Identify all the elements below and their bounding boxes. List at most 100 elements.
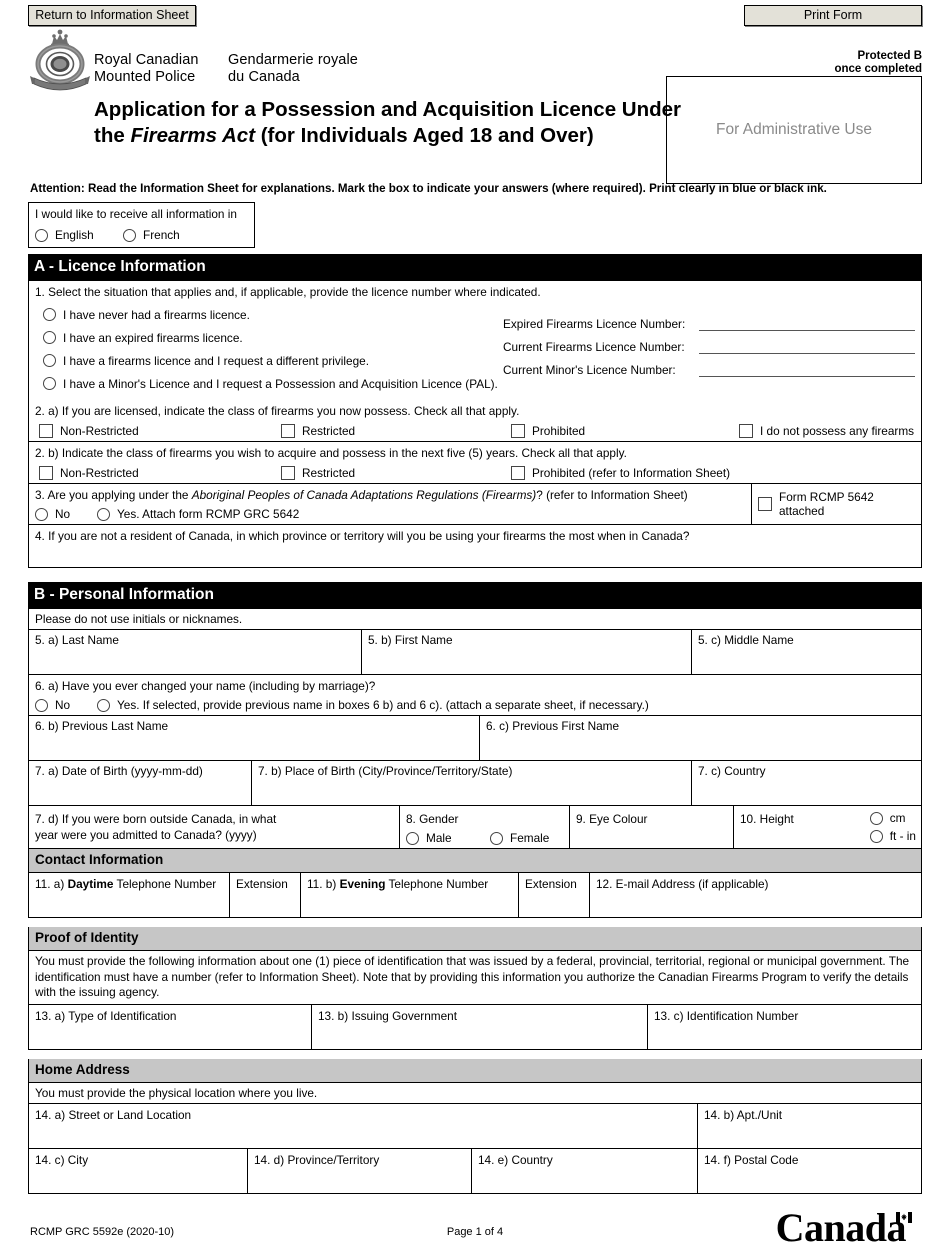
field-previous-first-name[interactable]: 6. c) Previous First Name [479, 716, 921, 760]
field-country[interactable]: 14. e) Country [471, 1148, 697, 1193]
contact-fields-row: 11. a) Daytime Telephone Number Extensio… [29, 873, 921, 917]
radio-q1-never-icon[interactable] [43, 308, 56, 321]
language-preference-box: I would like to receive all information … [28, 202, 255, 248]
field-evening-phone[interactable]: 11. b) Evening Telephone Number [300, 873, 518, 917]
field-province-territory[interactable]: 14. d) Province/Territory [247, 1148, 471, 1193]
org-en-line1: Royal Canadian [94, 52, 199, 68]
height-ft-in-label: ft - in [889, 829, 916, 843]
field-daytime-extension[interactable]: Extension [229, 873, 300, 917]
print-form-button[interactable]: Print Form [744, 5, 922, 26]
q2a-option-non-restricted[interactable]: Non-Restricted [39, 424, 281, 438]
field-daytime-phone[interactable]: 11. a) Daytime Telephone Number [29, 873, 229, 917]
gender-options: Male Female [406, 831, 564, 845]
last-name-label: 5. a) Last Name [35, 633, 119, 647]
field-identification-number[interactable]: 13. c) Identification Number [647, 1004, 921, 1049]
q2b-option-restricted[interactable]: Restricted [281, 466, 511, 480]
return-to-information-sheet-button[interactable]: Return to Information Sheet [28, 5, 196, 26]
radio-q6a-no-icon[interactable] [35, 698, 48, 712]
language-option-french[interactable]: French [123, 228, 180, 242]
q3-option-yes-label: Yes. Attach form RCMP GRC 5642 [117, 507, 300, 521]
question-2a-row: 2. a) If you are licensed, indicate the … [29, 400, 921, 441]
radio-english-icon[interactable] [35, 228, 48, 242]
question-6a-row: 6. a) Have you ever changed your name (i… [29, 674, 921, 715]
checkbox-q2a-none-icon[interactable] [739, 424, 753, 438]
question-2b-row: 2. b) Indicate the class of firearms you… [29, 441, 921, 483]
radio-ft-in-icon[interactable] [869, 829, 883, 843]
initials-note: Please do not use initials or nicknames. [35, 612, 243, 626]
checkbox-form-5642-attached-icon[interactable] [758, 497, 772, 511]
daytime-phone-bold: Daytime [67, 877, 114, 891]
top-button-bar: Return to Information Sheet Print Form [28, 0, 922, 26]
question-4-input[interactable] [35, 544, 916, 562]
q2a-option-restricted[interactable]: Restricted [281, 424, 511, 438]
radio-french-icon[interactable] [123, 228, 136, 242]
radio-cm-icon[interactable] [869, 811, 883, 825]
current-licence-number-input[interactable] [699, 339, 915, 354]
radio-q3-no-icon[interactable] [35, 507, 48, 521]
q6a-option-no[interactable]: No [35, 698, 97, 712]
field-previous-last-name[interactable]: 6. b) Previous Last Name [29, 716, 479, 760]
q3-option-no[interactable]: No [35, 507, 97, 521]
home-address-heading: Home Address [28, 1058, 922, 1083]
field-place-of-birth[interactable]: 7. b) Place of Birth (City/Province/Terr… [251, 761, 691, 805]
checkbox-q2a-prohibited-icon[interactable] [511, 424, 525, 438]
evening-phone-bold: Evening [339, 877, 386, 891]
q3-form-attached-label: Form RCMP 5642 attached [779, 490, 874, 518]
q2b-option-prohibited[interactable]: Prohibited (refer to Information Sheet) [511, 466, 730, 480]
field-issuing-government[interactable]: 13. b) Issuing Government [311, 1004, 647, 1049]
q2a-option-prohibited[interactable]: Prohibited [511, 424, 739, 438]
checkbox-q2b-restricted-icon[interactable] [281, 466, 295, 480]
q2b-option-2-label: Prohibited (refer to Information Sheet) [532, 466, 731, 480]
section-b-name-table: Please do not use initials or nicknames.… [28, 609, 922, 849]
height-unit-cm[interactable]: cm [869, 811, 916, 825]
radio-q3-yes-icon[interactable] [97, 507, 110, 521]
field-city[interactable]: 14. c) City [29, 1149, 247, 1193]
field-street-or-land-location[interactable]: 14. a) Street or Land Location [29, 1104, 697, 1148]
radio-q6a-yes-icon[interactable] [97, 698, 110, 712]
minor-licence-number-input[interactable] [699, 362, 915, 377]
q2a-option-3-label: I do not possess any firearms [760, 424, 915, 438]
checkbox-q2b-non-restricted-icon[interactable] [39, 466, 53, 480]
proof-of-identity-heading: Proof of Identity [28, 927, 922, 951]
checkbox-q2a-restricted-icon[interactable] [281, 424, 295, 438]
q1-choice-2-label: I have a firearms licence and I request … [63, 353, 370, 368]
q3-option-yes[interactable]: Yes. Attach form RCMP GRC 5642 [97, 507, 299, 521]
field-evening-extension[interactable]: Extension [518, 873, 589, 917]
field-email-address[interactable]: 12. E-mail Address (if applicable) [589, 873, 921, 917]
language-option-english[interactable]: English [35, 228, 123, 242]
expired-licence-number-label: Expired Firearms Licence Number: [503, 317, 686, 331]
radio-q1-privilege-icon[interactable] [43, 354, 56, 367]
field-middle-name[interactable]: 5. c) Middle Name [691, 630, 921, 674]
field-first-name[interactable]: 5. b) First Name [361, 630, 691, 674]
q2b-option-non-restricted[interactable]: Non-Restricted [39, 466, 281, 480]
field-postal-code[interactable]: 14. f) Postal Code [697, 1148, 921, 1193]
radio-q1-expired-icon[interactable] [43, 331, 56, 344]
field-eye-colour[interactable]: 9. Eye Colour [569, 806, 733, 848]
q2b-option-1-label: Restricted [302, 466, 356, 480]
q6a-option-yes[interactable]: Yes. If selected, provide previous name … [97, 698, 649, 712]
checkbox-q2b-prohibited-icon[interactable] [511, 466, 525, 480]
field-last-name[interactable]: 5. a) Last Name [29, 630, 361, 674]
question-2a-lead: 2. a) If you are licensed, indicate the … [35, 404, 520, 418]
address-note-row: You must provide the physical location w… [29, 1083, 921, 1103]
province-territory-label: 14. d) Province/Territory [254, 1152, 380, 1167]
q3-form-attached-option[interactable]: Form RCMP 5642 attached [758, 490, 916, 518]
radio-q1-minor-icon[interactable] [43, 377, 56, 390]
year-admitted-label-line2: year were you admitted to Canada? (yyyy) [35, 828, 257, 842]
checkbox-q2a-non-restricted-icon[interactable] [39, 424, 53, 438]
field-year-admitted[interactable]: 7. d) If you were born outside Canada, i… [29, 806, 399, 848]
q2a-option-none[interactable]: I do not possess any firearms [739, 424, 914, 438]
field-apartment-unit[interactable]: 14. b) Apt./Unit [697, 1103, 921, 1148]
language-prompt: I would like to receive all information … [35, 207, 237, 221]
gender-option-female[interactable]: Female [490, 831, 549, 845]
question-2b-lead: 2. b) Indicate the class of firearms you… [35, 446, 627, 460]
gender-option-male[interactable]: Male [406, 831, 490, 845]
field-birth-country[interactable]: 7. c) Country [691, 761, 921, 805]
expired-licence-number-input[interactable] [699, 316, 915, 331]
height-unit-ft-in[interactable]: ft - in [869, 829, 916, 843]
radio-female-icon[interactable] [490, 831, 503, 845]
field-identification-type[interactable]: 13. a) Type of Identification [29, 1005, 311, 1049]
radio-male-icon[interactable] [406, 831, 419, 845]
field-date-of-birth[interactable]: 7. a) Date of Birth (yyyy-mm-dd) [29, 761, 251, 805]
q2a-option-1-label: Restricted [302, 424, 356, 438]
